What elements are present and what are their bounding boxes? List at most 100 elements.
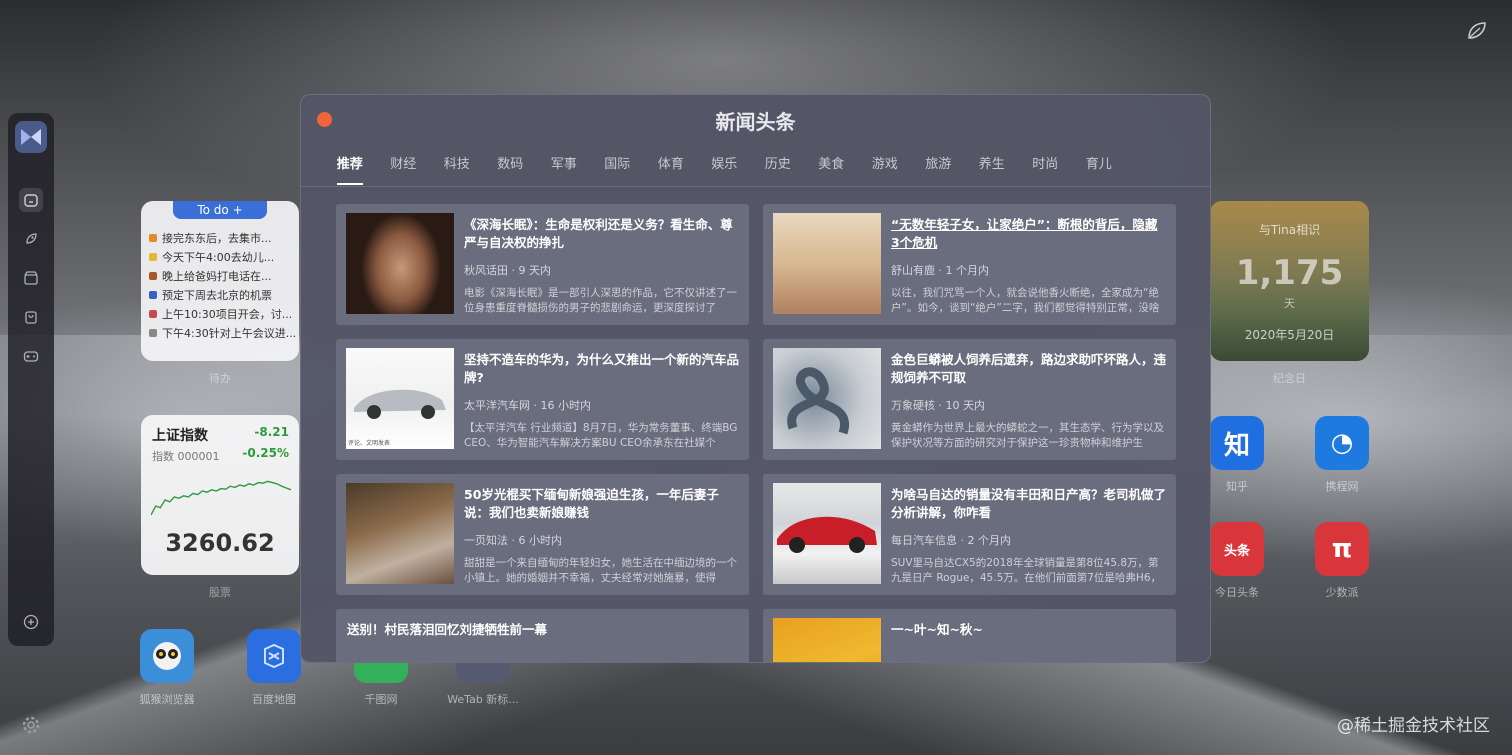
- news-card[interactable]: “无数年轻子女，让家绝户”：断根的背后，隐藏3个危机舒山有鹿 · 1 个月内以往…: [763, 204, 1176, 325]
- todo-color-icon: [149, 253, 157, 261]
- toutiao-icon: 头条: [1210, 522, 1264, 576]
- ctrip-icon: ◔: [1315, 416, 1369, 470]
- anniversary-date: 2020年5月20日: [1244, 328, 1335, 342]
- anniversary-days: 1,175: [1235, 253, 1344, 293]
- tab-1[interactable]: 财经: [377, 153, 431, 185]
- stock-widget[interactable]: 上证指数 指数 000001 -8.21 -0.25% 3260.62: [141, 415, 299, 575]
- room-thumbnail: [773, 213, 881, 314]
- news-meta: 万象硬核 · 10 天内: [891, 399, 985, 412]
- app-label: 狐猴浏览器: [139, 693, 195, 706]
- tab-9[interactable]: 美食: [805, 153, 859, 185]
- anniversary-title: 与Tina相识: [1258, 223, 1321, 237]
- tab-6[interactable]: 体育: [644, 153, 698, 185]
- news-title[interactable]: 金色巨蟒被人饲养后遗弃，路边求助吓坏路人，违规饲养不可取: [891, 351, 1166, 387]
- news-description: 甜甜是一个来自缅甸的年轻妇女，她生活在中缅边境的一个小镇上。她的婚姻并不幸福，丈…: [464, 557, 737, 584]
- tab-10[interactable]: 游戏: [858, 153, 912, 185]
- news-card[interactable]: 为啥马自达的销量没有丰田和日产高？老司机做了分析讲解，你咋看每日汽车信息 · 2…: [763, 474, 1176, 595]
- sspai-icon: π: [1315, 522, 1369, 576]
- todo-item[interactable]: 接完东东后，去集市...: [149, 229, 295, 248]
- app-label: 少数派: [1325, 586, 1359, 599]
- news-card[interactable]: 评论、文明发表 坚持不造车的华为，为什么又推出一个新的汽车品牌? 太平洋汽车网 · …: [336, 339, 749, 460]
- todo-item-text: 预定下周去北京的机票: [162, 289, 272, 302]
- gamepad-icon[interactable]: [19, 344, 43, 368]
- portrait-thumbnail: [346, 213, 454, 314]
- news-title[interactable]: 送别！村民落泪回忆刘捷牺牲前一幕: [347, 621, 739, 639]
- zhihu-glyph: 知: [1223, 430, 1250, 461]
- news-meta: 舒山有鹿 · 1 个月内: [891, 264, 989, 277]
- thumbnail-caption: 评论、文明发表: [348, 440, 391, 447]
- home-icon[interactable]: [19, 188, 43, 212]
- news-description: 电影《深海长眠》是一部引人深思的作品，它不仅讲述了一位身患重度脊髓损伤的男子的悲…: [464, 287, 737, 314]
- todo-item[interactable]: 下午4:30针对上午会议进...: [149, 324, 295, 343]
- watermark: @稀土掘金技术社区: [1337, 716, 1490, 736]
- news-meta: 每日汽车信息 · 2 个月内: [891, 534, 1011, 547]
- lemur-browser-icon: [140, 629, 194, 683]
- todo-item[interactable]: 今天下午4:00去幼儿...: [149, 248, 295, 267]
- snake-illustration-icon: [787, 367, 850, 435]
- wetab-logo-icon[interactable]: [15, 121, 47, 153]
- news-title[interactable]: 50岁光棍买下缅甸新娘强迫生孩，一年后妻子说：我们也卖新娘赚钱: [464, 486, 739, 522]
- news-meta: 太平洋汽车网 · 16 小时内: [464, 399, 591, 412]
- news-card[interactable]: 送别！村民落泪回忆刘捷牺牲前一幕央视新闻 · 1 小时内: [336, 609, 749, 662]
- todo-item-text: 今天下午4:00去幼儿...: [162, 251, 275, 264]
- tab-0[interactable]: 推荐: [323, 153, 377, 185]
- people-thumbnail: [346, 483, 454, 584]
- bag-icon[interactable]: [19, 305, 43, 329]
- ctrip-glyph: ◔: [1330, 428, 1354, 458]
- stock-sparkline: [151, 480, 291, 516]
- news-title[interactable]: 为啥马自达的销量没有丰田和日产高？老司机做了分析讲解，你咋看: [891, 486, 1166, 522]
- sspai-glyph: π: [1331, 534, 1353, 564]
- news-description: 以往，我们咒骂一个人，就会说他香火断绝，全家成为“绝户”。如今，谈到“绝户”二字…: [891, 287, 1160, 314]
- app-ctrip[interactable]: ◔ 携程网: [1302, 416, 1382, 494]
- todo-color-icon: [149, 329, 157, 337]
- news-title[interactable]: 坚持不造车的华为，为什么又推出一个新的汽车品牌?: [464, 351, 739, 387]
- tab-5[interactable]: 国际: [591, 153, 645, 185]
- add-circle-icon[interactable]: [19, 610, 43, 634]
- todo-caption: 待办: [209, 372, 231, 385]
- news-title[interactable]: 《深海长眠》：生命是权利还是义务？看生命、尊严与自决权的挣扎: [464, 216, 739, 252]
- tab-12[interactable]: 养生: [965, 153, 1019, 185]
- news-card[interactable]: 《深海长眠》：生命是权利还是义务？看生命、尊严与自决权的挣扎 秋风话田 · 9 天…: [336, 204, 749, 325]
- tab-14[interactable]: 育儿: [1072, 153, 1126, 185]
- tab-2[interactable]: 科技: [430, 153, 484, 185]
- tab-7[interactable]: 娱乐: [698, 153, 752, 185]
- todo-item[interactable]: 晚上给爸妈打电话在...: [149, 267, 295, 286]
- tabs-divider: [301, 186, 1210, 187]
- news-card[interactable]: 金色巨蟒被人饲养后遗弃，路边求助吓坏路人，违规饲养不可取万象硬核 · 10 天内…: [763, 339, 1176, 460]
- todo-item-text: 晚上给爸妈打电话在...: [162, 270, 272, 283]
- car-silver-thumbnail: 评论、文明发表: [346, 348, 454, 449]
- todo-item[interactable]: 上午10:30项目开会，讨...: [149, 305, 295, 324]
- store-icon[interactable]: [19, 266, 43, 290]
- stock-change-percent: -0.25%: [242, 446, 289, 460]
- news-title[interactable]: “无数年轻子女，让家绝户”：断根的背后，隐藏3个危机: [891, 216, 1166, 252]
- stock-caption: 股票: [209, 586, 231, 599]
- news-title[interactable]: 一~叶~知~秋~: [891, 621, 1166, 639]
- todo-widget[interactable]: To do + 接完东东后，去集市... 今天下午4:00去幼儿... 晚上给爸妈打…: [141, 201, 299, 361]
- todo-item[interactable]: 预定下周去北京的机票: [149, 286, 295, 305]
- app-lemur-browser[interactable]: 狐猴浏览器: [127, 629, 207, 707]
- todo-header[interactable]: To do +: [173, 201, 267, 219]
- stock-trend-line: [151, 480, 291, 516]
- tab-8[interactable]: 历史: [751, 153, 805, 185]
- leaf-icon[interactable]: [1466, 20, 1488, 42]
- tab-3[interactable]: 数码: [484, 153, 538, 185]
- app-sspai[interactable]: π 少数派: [1302, 522, 1382, 600]
- tab-4[interactable]: 军事: [537, 153, 591, 185]
- settings-gear-icon[interactable]: [20, 714, 42, 736]
- category-tabs: 推荐 财经 科技 数码 军事 国际 体育 娱乐 历史 美食 游戏 旅游 养生 时尚 育儿: [323, 153, 1126, 185]
- anniversary-unit: 天: [1284, 297, 1295, 310]
- tab-11[interactable]: 旅游: [912, 153, 966, 185]
- news-card[interactable]: 一~叶~知~秋~金融新闻 · 3 小时内: [763, 609, 1176, 662]
- toutiao-glyph: 头条: [1223, 543, 1250, 559]
- app-label: 千图网: [364, 693, 398, 706]
- todo-color-icon: [149, 272, 157, 280]
- tab-13[interactable]: 时尚: [1019, 153, 1073, 185]
- modal-title: 新闻头条: [715, 110, 796, 134]
- rocket-icon[interactable]: [19, 227, 43, 251]
- stock-value: 3260.62: [165, 529, 275, 557]
- news-description: SUV里马自达CX5的2018年全球销量是第8位45.8万，第九是日产 Rogu…: [891, 557, 1161, 584]
- news-card[interactable]: 50岁光棍买下缅甸新娘强迫生孩，一年后妻子说：我们也卖新娘赚钱 一页知法 · 6 …: [336, 474, 749, 595]
- todo-list: 接完东东后，去集市... 今天下午4:00去幼儿... 晚上给爸妈打电话在... 预定…: [149, 229, 295, 343]
- todo-item-text: 接完东东后，去集市...: [162, 232, 272, 245]
- anniversary-widget[interactable]: 与Tina相识 1,175 天 2020年5月20日: [1210, 201, 1369, 361]
